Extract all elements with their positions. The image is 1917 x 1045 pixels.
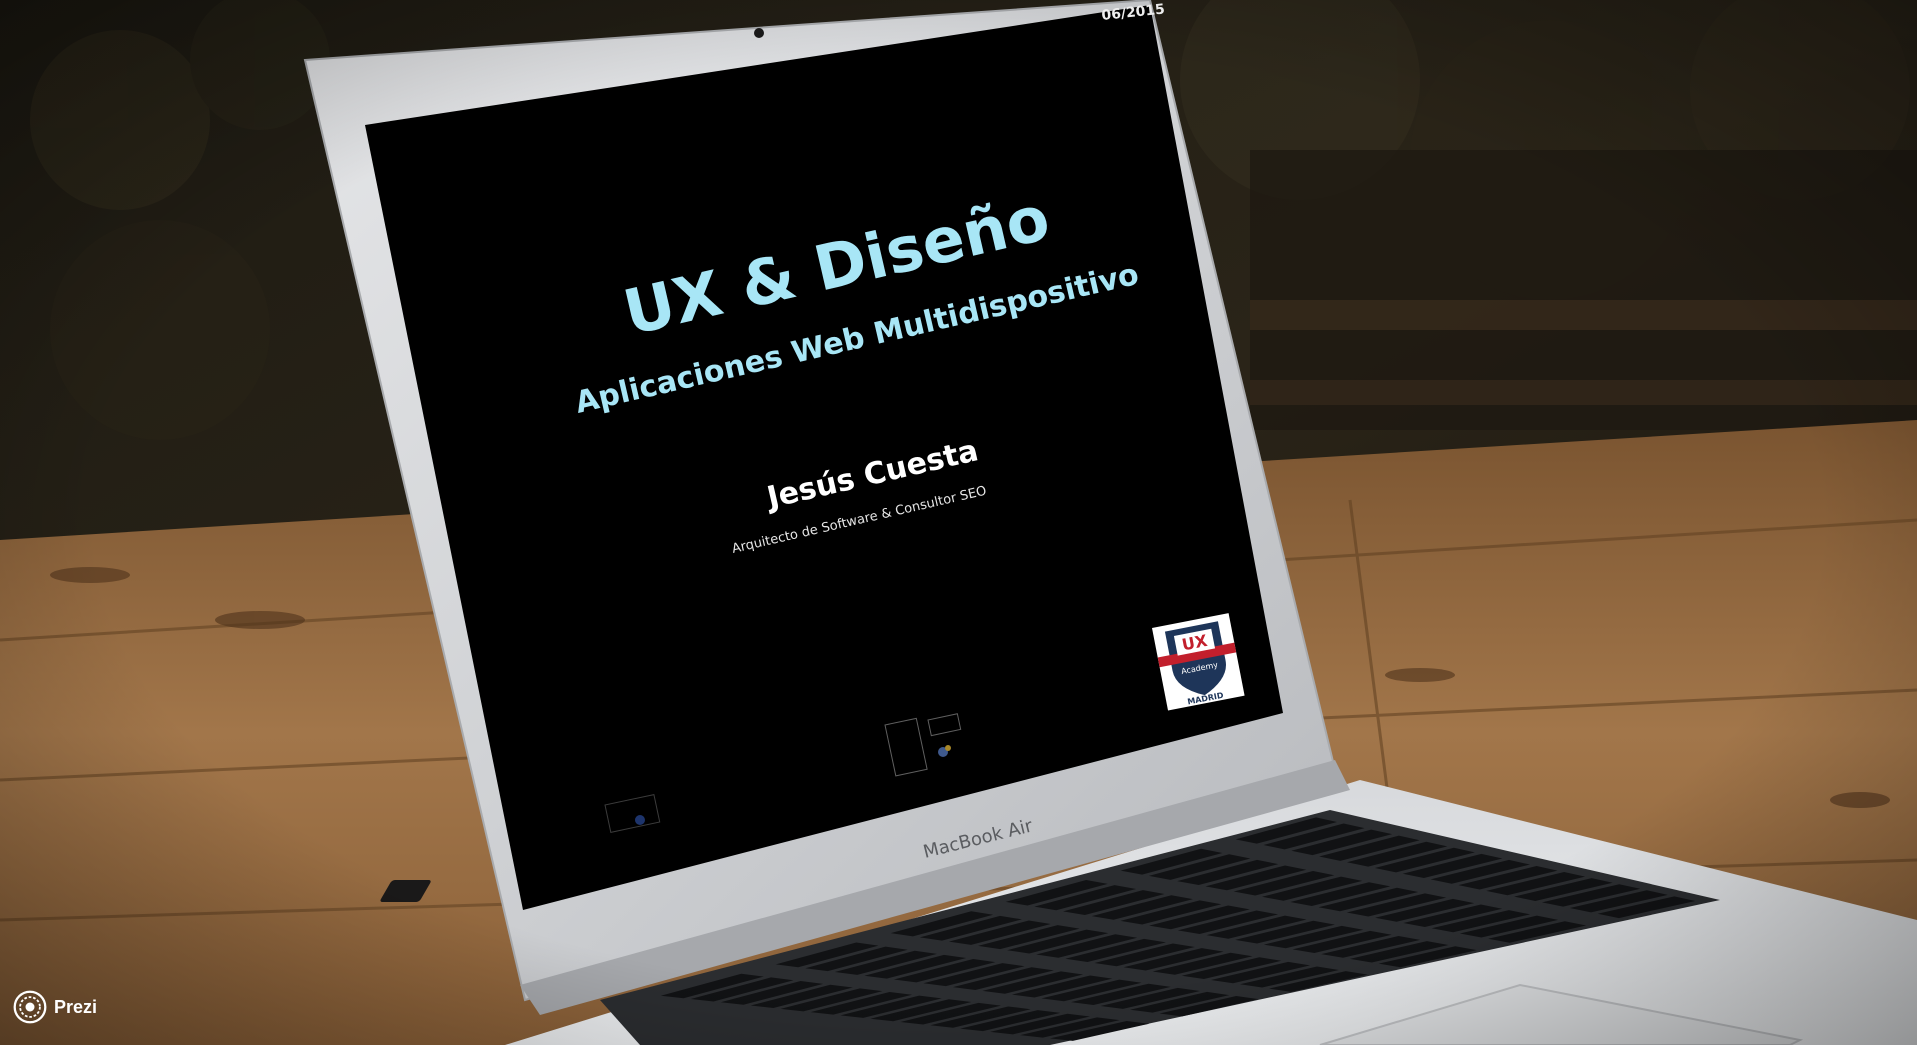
prezi-presentation-view: MacBook Air 06/2015 UX & Diseño Aplicaci… bbox=[0, 0, 1917, 1045]
prezi-logo-icon bbox=[13, 990, 47, 1024]
prezi-watermark[interactable]: Prezi bbox=[12, 989, 97, 1025]
prezi-label: Prezi bbox=[54, 996, 98, 1017]
ux-academy-logo: UX Academy MADRID bbox=[1152, 613, 1245, 711]
scene-photo: MacBook Air 06/2015 UX & Diseño Aplicaci… bbox=[0, 0, 1917, 1045]
camera-dot bbox=[754, 28, 764, 38]
